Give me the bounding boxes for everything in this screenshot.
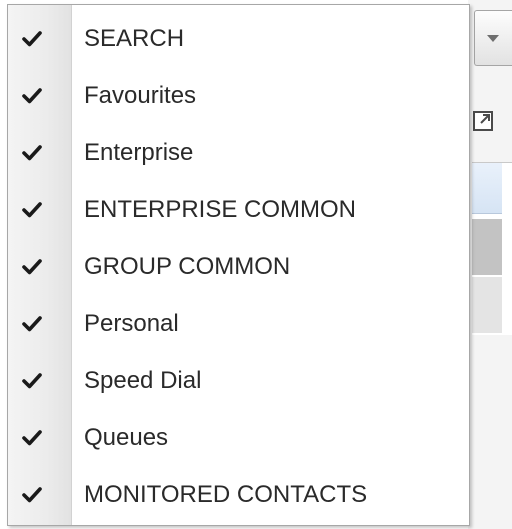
directory-dropdown-button[interactable] [474, 10, 512, 66]
checkmark-icon [22, 31, 42, 47]
menu-item-label: Queues [84, 424, 169, 451]
menu-item[interactable]: Enterprise [8, 124, 469, 181]
directory-filter-menu: SEARCH Favourites Enterprise ENTERPRISE COM… [7, 4, 470, 526]
menu-item-label: GROUP COMMON [84, 253, 291, 280]
menu-item-label: Enterprise [84, 139, 194, 166]
menu-item[interactable]: Queues [8, 409, 469, 466]
menu-item-label: MONITORED CONTACTS [84, 481, 368, 508]
menu-item[interactable]: GROUP COMMON [8, 238, 469, 295]
checkmark-icon [22, 487, 42, 503]
menu-item-label: Favourites [84, 82, 197, 109]
checkmark-icon [22, 88, 42, 104]
checkmark-icon [22, 145, 42, 161]
menu-item[interactable]: Speed Dial [8, 352, 469, 409]
checkmark-icon [22, 373, 42, 389]
menu-item[interactable]: SEARCH [8, 10, 469, 67]
menu-item[interactable]: Personal [8, 295, 469, 352]
menu-item[interactable]: MONITORED CONTACTS [8, 466, 469, 523]
menu-item-label: Personal [84, 310, 179, 337]
checkmark-icon [22, 430, 42, 446]
menu-item-label: ENTERPRISE COMMON [84, 196, 357, 223]
menu-item-label: Speed Dial [84, 367, 202, 394]
table-row[interactable] [472, 277, 502, 333]
popout-icon[interactable] [472, 108, 496, 132]
contact-list [472, 162, 512, 335]
menu-item[interactable]: Favourites [8, 67, 469, 124]
checkmark-icon [22, 202, 42, 218]
table-row[interactable] [472, 219, 502, 275]
menu-item-label: SEARCH [84, 25, 185, 52]
chevron-down-icon [487, 35, 499, 42]
contact-list-header [472, 163, 502, 214]
menu-item[interactable]: ENTERPRISE COMMON [8, 181, 469, 238]
checkmark-icon [22, 316, 42, 332]
screen: SEARCH Favourites Enterprise ENTERPRISE COM… [0, 0, 512, 529]
checkmark-icon [22, 259, 42, 275]
